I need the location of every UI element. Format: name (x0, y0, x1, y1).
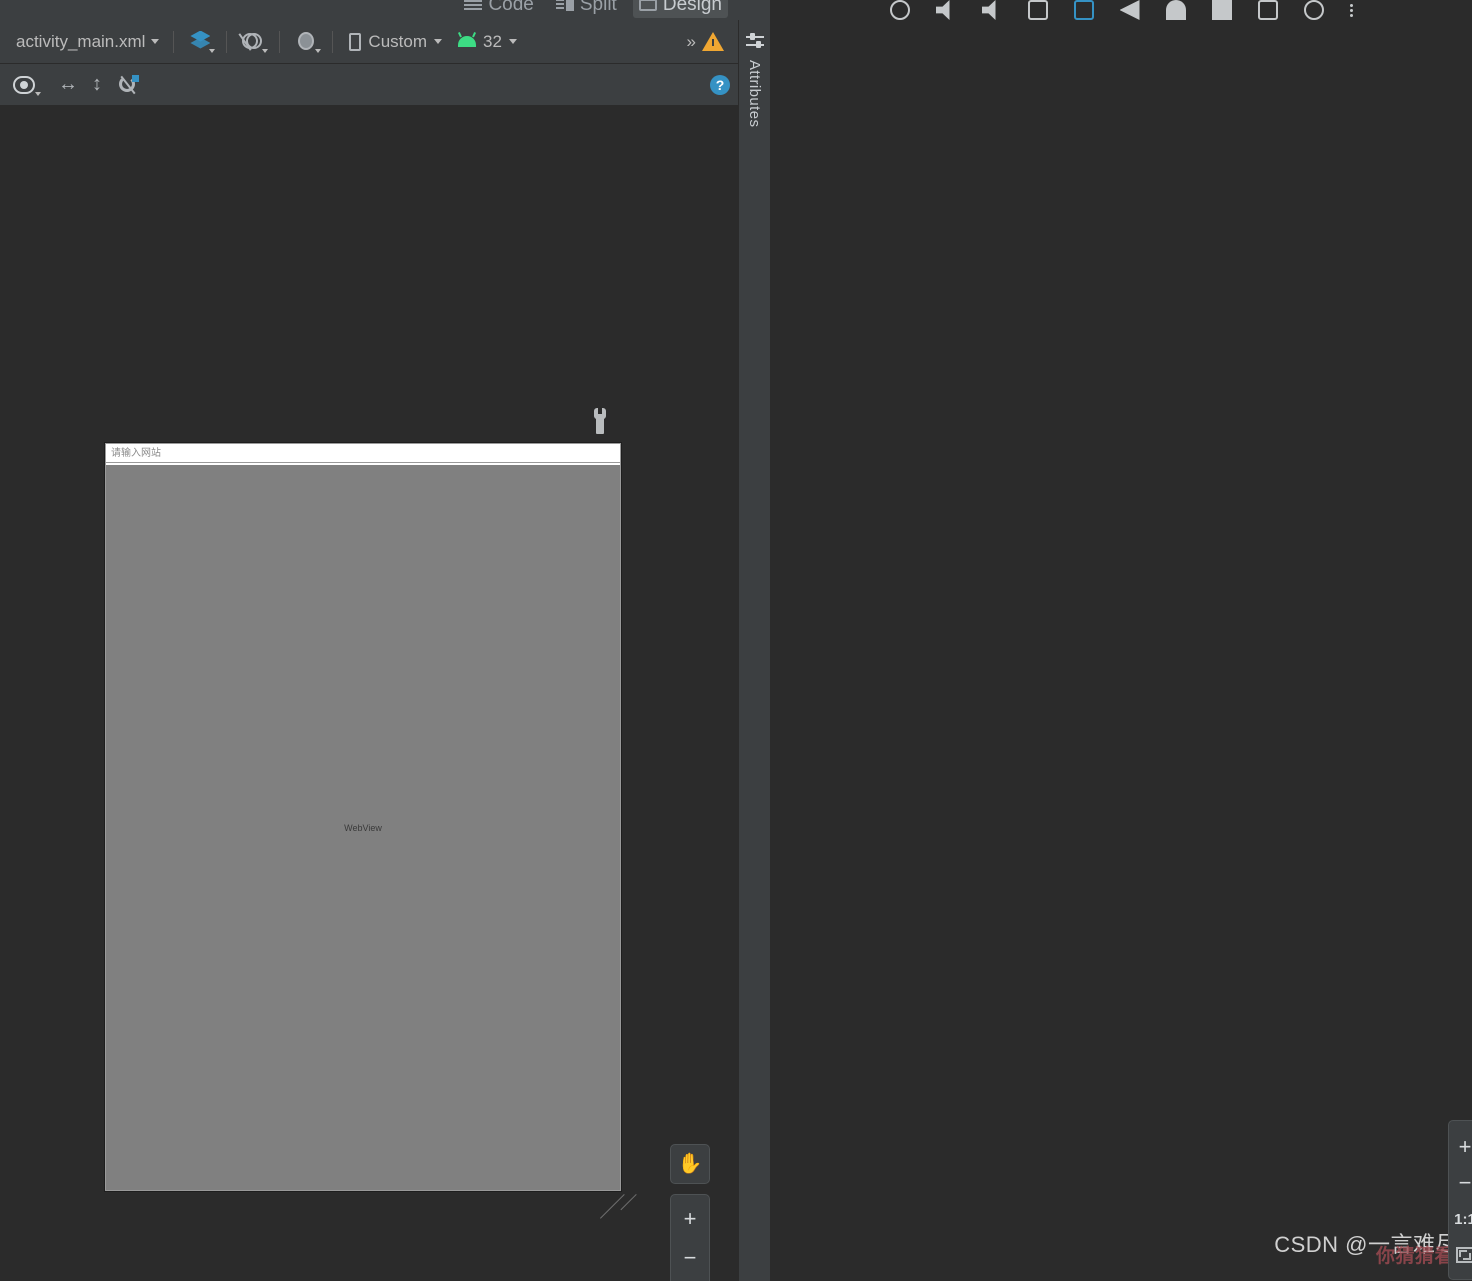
split-icon (555, 0, 574, 11)
layout-preview[interactable]: 请输入网站 WebView (105, 443, 621, 1191)
vertical-arrows-icon[interactable]: ↕ (92, 73, 102, 96)
more-icon[interactable] (1349, 3, 1353, 17)
divider (173, 30, 175, 53)
chevron-down-icon (35, 91, 41, 96)
zoom-controls: + − 1:1 (670, 1194, 710, 1281)
warning-icon[interactable] (702, 31, 724, 52)
rotate-left-icon[interactable] (1027, 0, 1048, 20)
pan-tool-button[interactable]: ✋ (670, 1144, 710, 1184)
chevron-down-icon (315, 48, 322, 53)
zoom-to-fit-icon (1456, 1247, 1472, 1263)
magnet-off-icon[interactable] (116, 74, 140, 96)
divider (226, 30, 228, 53)
background-window-zoom-controls: + − 1:1 (1448, 1120, 1472, 1280)
preview-webview[interactable]: WebView (106, 465, 620, 1190)
preview-resize-handle[interactable] (599, 1194, 652, 1224)
blueprint-blend-icon (238, 31, 264, 53)
file-name-label: activity_main.xml (16, 31, 146, 51)
chevron-down-icon (209, 48, 216, 53)
screenshot-icon[interactable] (1257, 0, 1278, 20)
tab-code-label: Code (488, 0, 534, 15)
overview-icon[interactable] (1211, 0, 1232, 20)
android-studio-layout-editor: Code Split Design activity_main.xml Cust… (0, 0, 770, 1281)
divider (279, 30, 281, 53)
sliders-icon (745, 32, 764, 50)
chevron-down-icon (434, 39, 442, 44)
attributes-tool-tab[interactable]: Attributes (738, 20, 770, 1281)
wrench-icon[interactable] (593, 408, 607, 434)
watermark-stamp: 你猜猜看 (1375, 1246, 1454, 1267)
rotate-right-icon[interactable] (1073, 0, 1094, 20)
zoom-icon[interactable] (1303, 0, 1324, 20)
code-icon (464, 0, 483, 11)
layers-icon (189, 30, 211, 53)
file-selector[interactable]: activity_main.xml (10, 27, 165, 57)
home-icon[interactable] (1165, 0, 1186, 20)
volume-up-icon[interactable] (935, 0, 950, 20)
tab-design-label: Design (662, 0, 722, 15)
power-icon[interactable] (889, 0, 910, 20)
preview-edittext[interactable]: 请输入网站 (106, 444, 620, 463)
android-icon (458, 36, 476, 47)
api-level-selector[interactable]: 32 (450, 27, 525, 57)
design-icon (638, 0, 657, 11)
tab-code[interactable]: Code (458, 0, 539, 18)
theme-icon (295, 31, 317, 53)
horizontal-arrows-icon[interactable]: ↔ (58, 73, 78, 96)
screenshot-root: Code Split Design activity_main.xml Cust… (0, 0, 1472, 1281)
toolbar-overflow-button[interactable]: » (687, 32, 702, 52)
emulator-window: 3:24 LTE × My (770, 0, 1472, 1281)
chevron-down-icon (151, 39, 160, 44)
volume-down-icon[interactable] (981, 0, 996, 20)
back-icon[interactable] (1119, 0, 1140, 20)
hand-icon: ✋ (677, 1153, 703, 1175)
edge-zoom-out-button[interactable]: − (1450, 1165, 1472, 1201)
layout-editor-toolbar: activity_main.xml Custom 32 » (0, 20, 738, 64)
watermark: CSDN @一言难尽 你猜猜看 (1274, 1227, 1458, 1267)
chevron-down-icon (508, 39, 517, 44)
attributes-tab-label: Attributes (746, 60, 763, 128)
preview-webview-label: WebView (344, 822, 382, 833)
phone-icon (349, 32, 362, 51)
design-canvas[interactable]: 请输入网站 WebView ✋ + − 1:1 (0, 106, 738, 1281)
emulator-toolbar (770, 0, 1472, 20)
zoom-in-button[interactable]: + (671, 1201, 709, 1238)
device-label: Custom (368, 31, 427, 51)
chevron-down-icon (262, 48, 269, 53)
tab-split-label: Split (579, 0, 617, 15)
tab-split[interactable]: Split (550, 0, 623, 18)
preview-edittext-hint: 请输入网站 (111, 448, 161, 459)
layout-editor-secondary-toolbar: ↔ ↕ ? (0, 64, 738, 106)
zoom-out-button[interactable]: − (671, 1240, 709, 1277)
theme-button[interactable] (288, 27, 324, 57)
edge-zoom-to-fit-button[interactable] (1450, 1237, 1472, 1273)
device-selector[interactable]: Custom (341, 27, 450, 57)
editor-mode-strip: Code Split Design (0, 0, 770, 20)
edge-zoom-in-button[interactable]: + (1450, 1129, 1472, 1165)
tab-design[interactable]: Design (632, 0, 728, 18)
blueprint-mode-button[interactable] (235, 27, 271, 57)
edge-actual-size-button[interactable]: 1:1 (1450, 1201, 1472, 1237)
view-options-button[interactable] (8, 70, 44, 100)
editor-mode-tabs: Code Split Design (458, 0, 728, 18)
layers-button[interactable] (182, 27, 218, 57)
divider (332, 30, 334, 53)
api-level-label: 32 (483, 31, 502, 51)
help-icon[interactable]: ? (710, 74, 730, 95)
